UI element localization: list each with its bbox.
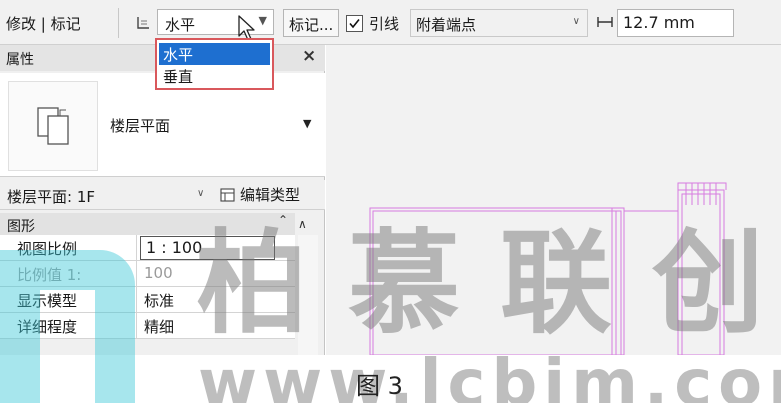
view-scale-input[interactable]: 1 : 100 — [140, 236, 275, 260]
orientation-dropdown-list: 水平 垂直 — [155, 38, 274, 90]
properties-scrollbar[interactable] — [298, 235, 318, 355]
type-name: 楼层平面 — [110, 117, 171, 135]
floor-plan-drawing — [369, 182, 727, 355]
watermark-logo — [0, 250, 135, 403]
floor-plan-icon — [37, 107, 69, 145]
context-label: 修改 | 标记 — [6, 15, 81, 33]
edit-type-icon — [220, 188, 235, 202]
property-value: 100 — [144, 264, 173, 282]
dropdown-option-horizontal[interactable]: 水平 — [159, 43, 270, 65]
leader-length-icon — [597, 17, 613, 27]
property-value[interactable]: 标准 — [140, 287, 290, 312]
drawing-canvas[interactable] — [326, 45, 781, 355]
close-icon[interactable]: × — [302, 46, 316, 66]
chevron-down-icon[interactable]: ▼ — [303, 117, 311, 130]
dropdown-option-vertical[interactable]: 垂直 — [159, 65, 270, 87]
tag-button[interactable]: 标记... — [283, 9, 339, 37]
instance-row: 楼层平面: 1F ∨ 编辑类型 — [0, 180, 325, 210]
orientation-value: 水平 — [165, 16, 196, 34]
orientation-icon — [137, 17, 149, 29]
separator — [118, 8, 119, 38]
instance-filter[interactable]: 楼层平面: 1F — [7, 186, 95, 207]
options-bar: 修改 | 标记 水平 ▼ 标记... 引线 附着端点 ∨ 12.7 mm — [0, 0, 781, 45]
attach-select[interactable]: 附着端点 ∨ — [410, 9, 588, 37]
checkmark-icon — [349, 19, 360, 29]
watermark-url: www.lcbim.com — [198, 347, 781, 403]
chevron-down-icon[interactable]: ∨ — [197, 188, 204, 199]
attach-value: 附着端点 — [416, 16, 477, 34]
figure-caption: 图 3 — [356, 372, 403, 400]
leader-checkbox[interactable] — [346, 15, 363, 32]
properties-title: 属性 — [6, 52, 34, 68]
type-thumbnail — [8, 81, 98, 171]
leader-length-input[interactable]: 12.7 mm — [617, 9, 734, 37]
collapse-icon[interactable]: ⌃ — [278, 213, 288, 227]
scroll-up-icon[interactable]: ∧ — [298, 217, 307, 231]
leader-label: 引线 — [369, 15, 400, 33]
edit-type-label: 编辑类型 — [240, 186, 301, 204]
chevron-down-icon[interactable]: ∨ — [573, 16, 580, 27]
property-value[interactable]: 精细 — [140, 313, 290, 338]
